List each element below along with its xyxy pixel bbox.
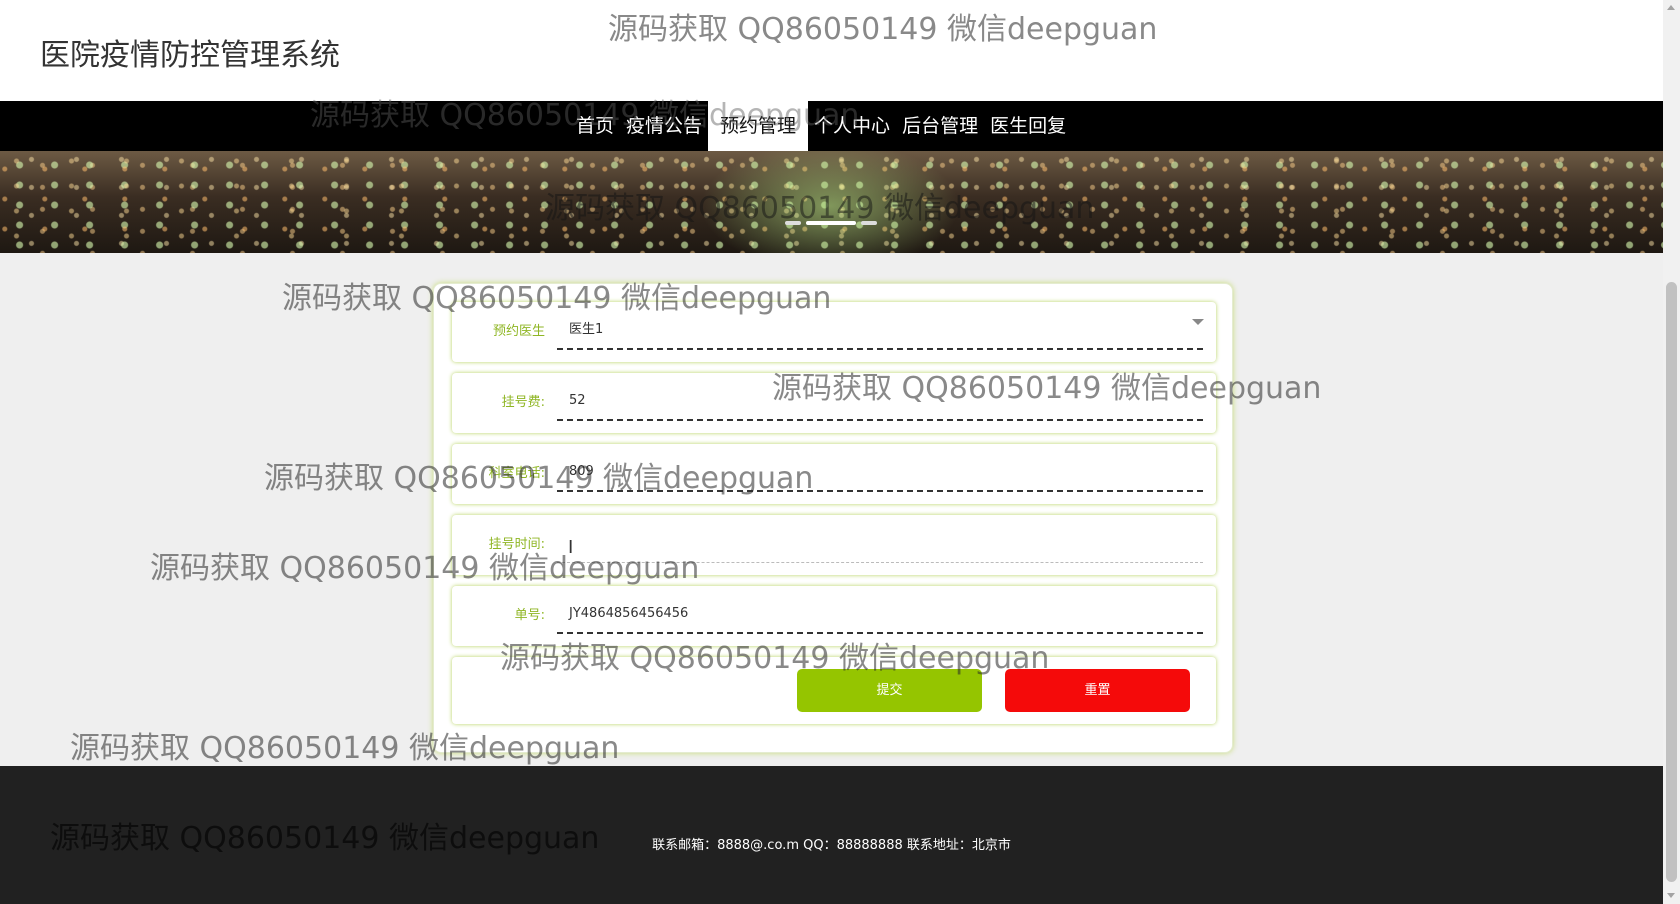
fee-label: 挂号费: xyxy=(501,395,545,410)
form-row-fee: 挂号费: 52 xyxy=(452,373,1216,433)
phone-input[interactable]: 809 xyxy=(557,452,1203,492)
scroll-down-arrow-icon[interactable] xyxy=(1667,893,1675,898)
doctor-label: 预约医生 xyxy=(492,324,545,339)
appointment-form: 预约医生 医生1 挂号费: 52 科室电话: 809 挂号时间: 单号: JY4… xyxy=(433,283,1233,753)
form-row-order-no: 单号: JY4864856456456 xyxy=(452,586,1216,646)
nav-list: 首页 疫情公告 预约管理 个人中心 后台管理 医生回复 xyxy=(570,101,1072,151)
order-no-label: 单号: xyxy=(514,608,545,623)
nav-item-admin[interactable]: 后台管理 xyxy=(896,101,984,151)
page: 医院疫情防控管理系统 首页 疫情公告 预约管理 个人中心 后台管理 医生回复 预… xyxy=(0,0,1663,904)
site-title: 医院疫情防控管理系统 xyxy=(40,38,340,73)
time-label: 挂号时间: xyxy=(488,537,545,552)
text-cursor-icon: I xyxy=(568,537,574,558)
scroll-up-arrow-icon[interactable] xyxy=(1667,5,1675,10)
footer-contact: 联系邮箱：8888@.co.m QQ：88888888 联系地址：北京市 xyxy=(652,838,1011,853)
header: 医院疫情防控管理系统 xyxy=(0,0,1663,101)
scroll-thumb[interactable] xyxy=(1666,282,1677,882)
carousel-dot-2[interactable] xyxy=(806,221,856,225)
time-input[interactable] xyxy=(557,523,1203,563)
nav-item-personal-center[interactable]: 个人中心 xyxy=(808,101,896,151)
order-no-input[interactable]: JY4864856456456 xyxy=(557,594,1203,634)
fee-input[interactable]: 52 xyxy=(557,381,1203,421)
form-row-phone: 科室电话: 809 xyxy=(452,444,1216,504)
chevron-down-icon[interactable] xyxy=(1192,319,1204,325)
doctor-select[interactable]: 医生1 xyxy=(557,310,1203,350)
form-row-time: 挂号时间: xyxy=(452,515,1216,575)
banner-carousel xyxy=(0,151,1663,253)
submit-button[interactable]: 提交 xyxy=(797,669,982,712)
nav-item-doctor-reply[interactable]: 医生回复 xyxy=(984,101,1072,151)
nav-item-home[interactable]: 首页 xyxy=(570,101,620,151)
reset-button[interactable]: 重置 xyxy=(1005,669,1190,712)
form-row-doctor: 预约医生 医生1 xyxy=(452,302,1216,362)
carousel-dot-1[interactable] xyxy=(785,221,801,225)
footer: 联系邮箱：8888@.co.m QQ：88888888 联系地址：北京市 xyxy=(0,766,1663,904)
nav-item-appointments[interactable]: 预约管理 xyxy=(708,101,809,151)
phone-label: 科室电话: xyxy=(488,466,545,481)
banner-image xyxy=(700,151,960,253)
carousel-indicators xyxy=(785,221,877,225)
vertical-scrollbar[interactable] xyxy=(1663,0,1680,904)
nav-item-announcements[interactable]: 疫情公告 xyxy=(620,101,708,151)
carousel-dot-3[interactable] xyxy=(861,221,877,225)
form-actions: 提交 重置 xyxy=(452,657,1216,724)
main-nav: 首页 疫情公告 预约管理 个人中心 后台管理 医生回复 xyxy=(0,101,1663,151)
